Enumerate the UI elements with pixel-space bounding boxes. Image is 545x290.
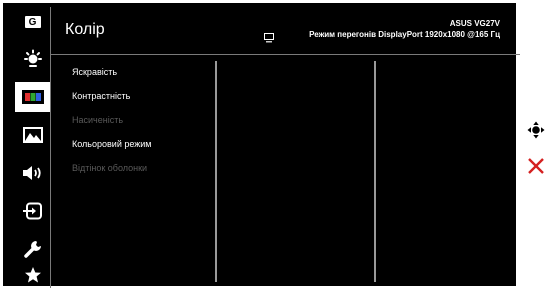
header-divider [51, 54, 520, 55]
sidebar-item-gameplus[interactable]: G [15, 7, 50, 37]
image-icon [22, 127, 43, 143]
input-select-icon [22, 202, 42, 220]
menu-item-color-mode[interactable]: Кольоровий режим [72, 139, 152, 163]
osd-panel: G Колір ASUS VG27V Режим перегонів Displ… [3, 3, 520, 288]
model-info: ASUS VG27V Режим перегонів DisplayPort 1… [309, 18, 500, 40]
color-icon [21, 90, 44, 104]
sidebar-item-favorite[interactable] [15, 260, 50, 290]
sidebar-item-color[interactable] [15, 82, 50, 112]
sidebar-item-sound[interactable] [15, 158, 50, 188]
column-divider-2 [374, 61, 376, 282]
brightness-icon [23, 49, 42, 67]
menu-item-saturation: Насиченість [72, 115, 124, 125]
sound-icon [22, 166, 41, 180]
sidebar-item-brightness[interactable] [15, 44, 50, 74]
navigation-joystick-icon[interactable] [527, 121, 545, 139]
model-name: ASUS VG27V [449, 19, 500, 28]
page-title: Колір [65, 21, 105, 38]
menu-item-contrast[interactable]: Контрастність [72, 91, 152, 115]
display-port-icon [264, 33, 274, 43]
gameplus-label: G [28, 16, 37, 28]
system-setup-icon [23, 241, 41, 258]
sidebar: G [15, 7, 50, 287]
menu-item-brightness[interactable]: Яскравість [72, 67, 152, 91]
mode-info: Режим перегонів DisplayPort 1920x1080 @1… [309, 30, 500, 39]
gameplus-icon: G [24, 16, 41, 28]
main-panel: Колір ASUS VG27V Режим перегонів Display… [50, 7, 520, 288]
column-divider-1 [215, 61, 217, 282]
exit-icon[interactable] [527, 157, 545, 175]
sidebar-item-image[interactable] [15, 120, 50, 150]
favorite-icon [24, 267, 41, 283]
menu-item-skin-tone: Відтінок оболонки [72, 163, 148, 173]
color-menu: Яскравість Контрастність Насиченість Кол… [72, 67, 152, 187]
sidebar-item-input[interactable] [15, 196, 50, 226]
